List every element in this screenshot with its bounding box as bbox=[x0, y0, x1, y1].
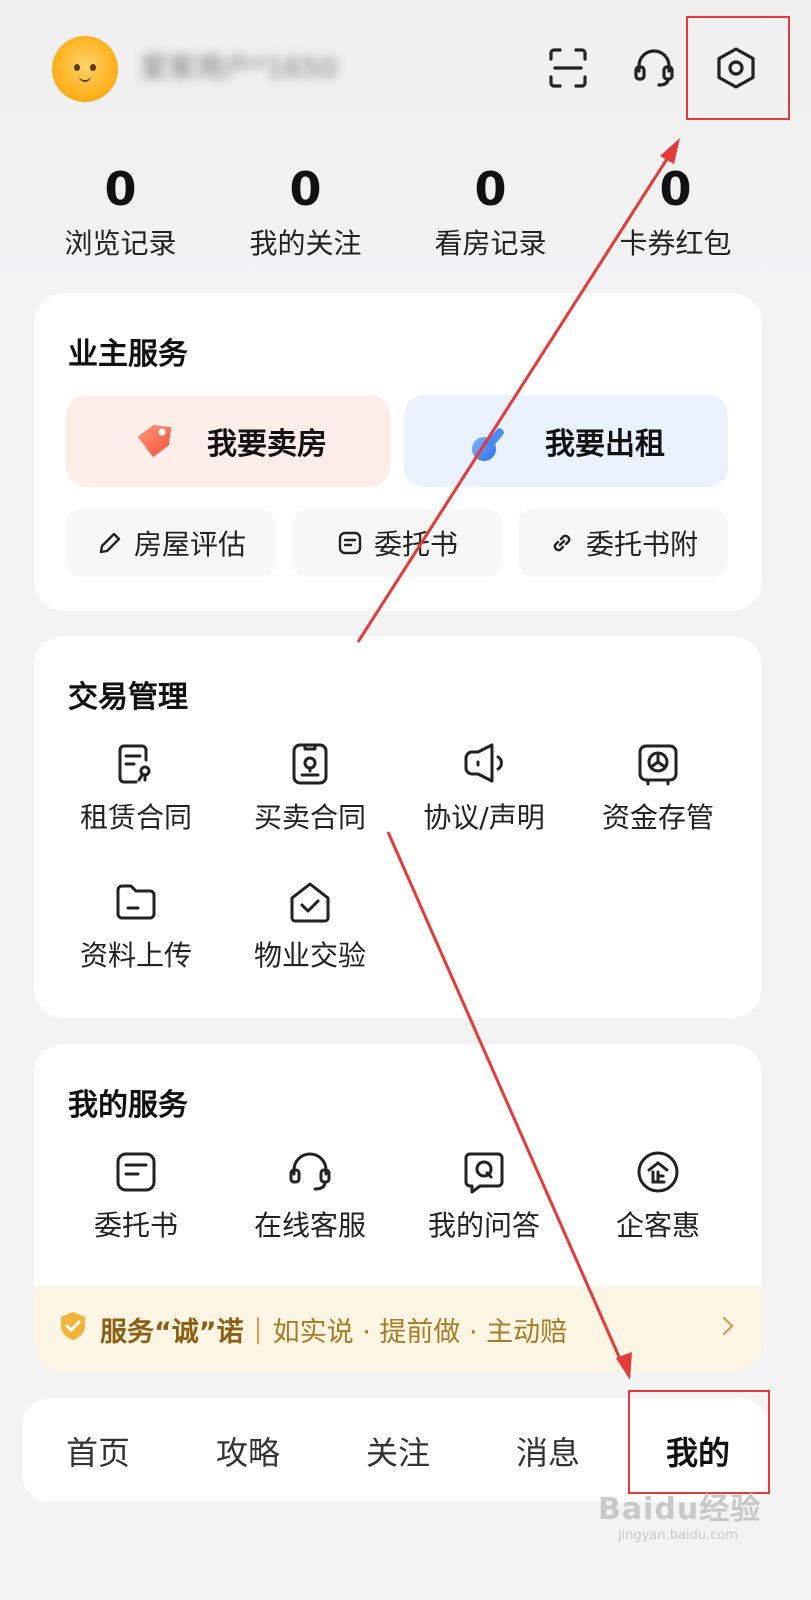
entrustment-letter-button[interactable]: 委托书 bbox=[292, 509, 502, 577]
baidu-watermark: Baidu经验 jingyan.baidu.com bbox=[598, 1484, 768, 1544]
nav-follow[interactable]: 关注 bbox=[328, 1428, 468, 1474]
username[interactable]: 爱家用户*1650 bbox=[140, 50, 380, 86]
stat-follows[interactable]: 0 我的关注 bbox=[213, 160, 398, 264]
grid-item-label: 委托书 bbox=[93, 1209, 178, 1242]
stat-value: 0 bbox=[474, 162, 507, 216]
qa-icon bbox=[460, 1148, 508, 1196]
stat-label: 浏览记录 bbox=[64, 227, 177, 260]
watermark-logo: Baidu经验 bbox=[598, 1492, 762, 1527]
pencil-icon bbox=[96, 529, 124, 557]
enterprise-benefit-item[interactable]: 企客惠 bbox=[578, 1148, 738, 1246]
document-icon bbox=[336, 529, 364, 557]
grid-item-label: 资料上传 bbox=[79, 939, 192, 972]
grid-item-label: 协议/声明 bbox=[423, 801, 545, 834]
nav-guides[interactable]: 攻略 bbox=[178, 1428, 318, 1474]
document-upload-item[interactable]: 资料上传 bbox=[56, 878, 216, 976]
stat-viewings[interactable]: 0 看房记录 bbox=[398, 160, 583, 264]
online-service-item[interactable]: 在线客服 bbox=[230, 1148, 390, 1246]
stats-bar: 0 浏览记录 0 我的关注 0 看房记录 0 卡券红包 bbox=[28, 160, 768, 264]
grid-item-label: 租赁合同 bbox=[79, 801, 192, 834]
headset-icon bbox=[286, 1148, 334, 1196]
grid-item-label: 物业交验 bbox=[253, 939, 366, 972]
section-title: 交易管理 bbox=[68, 680, 188, 715]
stat-label: 我的关注 bbox=[249, 227, 362, 260]
link-icon bbox=[548, 529, 576, 557]
entrustment-item[interactable]: 委托书 bbox=[56, 1148, 216, 1246]
scan-icon[interactable] bbox=[542, 42, 594, 94]
watermark-url: jingyan.baidu.com bbox=[618, 1528, 738, 1543]
deal-management-card: 交易管理 租赁合同 买卖合同 协议/声明 资金存管 资料上传 物业交验 bbox=[34, 636, 762, 1018]
property-inspection-item[interactable]: 物业交验 bbox=[230, 878, 390, 976]
small-button-label: 委托书 bbox=[373, 528, 458, 561]
stat-value: 0 bbox=[104, 162, 137, 216]
avatar[interactable] bbox=[52, 36, 118, 102]
nav-messages[interactable]: 消息 bbox=[478, 1428, 618, 1474]
shield-icon bbox=[58, 1310, 88, 1349]
house-valuation-button[interactable]: 房屋评估 bbox=[66, 509, 276, 577]
promise-text: 如实说 · 提前做 · 主动赔 bbox=[272, 1316, 568, 1348]
stat-value: 0 bbox=[659, 162, 692, 216]
agreement-statement-item[interactable]: 协议/声明 bbox=[404, 740, 564, 838]
small-button-label: 委托书附 bbox=[585, 528, 698, 561]
owner-service-card: 业主服务 我要卖房 我要出租 房屋评估 委托书 委托书附 bbox=[34, 293, 762, 611]
house-check-icon bbox=[286, 878, 334, 926]
stat-label: 卡券红包 bbox=[619, 227, 732, 260]
rent-house-button[interactable]: 我要出租 bbox=[404, 395, 728, 487]
chevron-right-icon bbox=[720, 1312, 736, 1347]
my-service-card: 我的服务 委托书 在线客服 我的问答 企客惠 服务“诚”诺 | 如实说 · 提前… bbox=[34, 1044, 762, 1372]
entrustment-appendix-button[interactable]: 委托书附 bbox=[518, 509, 728, 577]
mine-highlight-box bbox=[628, 1390, 770, 1494]
rent-house-label: 我要出租 bbox=[545, 427, 665, 462]
nav-home[interactable]: 首页 bbox=[28, 1428, 168, 1474]
sale-contract-item[interactable]: 买卖合同 bbox=[230, 740, 390, 838]
stat-coupons[interactable]: 0 卡券红包 bbox=[583, 160, 768, 264]
fund-custody-item[interactable]: 资金存管 bbox=[578, 740, 738, 838]
safe-icon bbox=[634, 740, 682, 788]
sell-house-label: 我要卖房 bbox=[207, 427, 327, 462]
price-tag-icon bbox=[129, 419, 173, 463]
sell-house-button[interactable]: 我要卖房 bbox=[66, 395, 390, 487]
small-button-label: 房屋评估 bbox=[133, 528, 246, 561]
sale-contract-icon bbox=[286, 740, 334, 788]
promise-divider: | bbox=[253, 1313, 263, 1345]
grid-item-label: 企客惠 bbox=[615, 1209, 700, 1242]
stat-value: 0 bbox=[289, 162, 322, 216]
stat-label: 看房记录 bbox=[434, 227, 547, 260]
folder-icon bbox=[112, 878, 160, 926]
service-promise-banner[interactable]: 服务“诚”诺 | 如实说 · 提前做 · 主动赔 bbox=[34, 1286, 762, 1372]
stat-history[interactable]: 0 浏览记录 bbox=[28, 160, 213, 264]
lease-contract-item[interactable]: 租赁合同 bbox=[56, 740, 216, 838]
section-title: 业主服务 bbox=[68, 337, 188, 372]
grid-item-label: 资金存管 bbox=[601, 801, 714, 834]
key-icon bbox=[467, 419, 511, 463]
megaphone-icon bbox=[460, 740, 508, 788]
grid-item-label: 买卖合同 bbox=[253, 801, 366, 834]
my-qa-item[interactable]: 我的问答 bbox=[404, 1148, 564, 1246]
enterprise-icon bbox=[634, 1148, 682, 1196]
grid-item-label: 我的问答 bbox=[427, 1209, 540, 1242]
settings-highlight-box bbox=[686, 16, 790, 120]
customer-service-icon[interactable] bbox=[628, 42, 680, 94]
grid-item-label: 在线客服 bbox=[253, 1209, 366, 1242]
document-icon bbox=[112, 1148, 160, 1196]
lease-contract-icon bbox=[112, 740, 160, 788]
promise-title: 服务“诚”诺 bbox=[100, 1316, 244, 1348]
section-title: 我的服务 bbox=[68, 1088, 188, 1123]
